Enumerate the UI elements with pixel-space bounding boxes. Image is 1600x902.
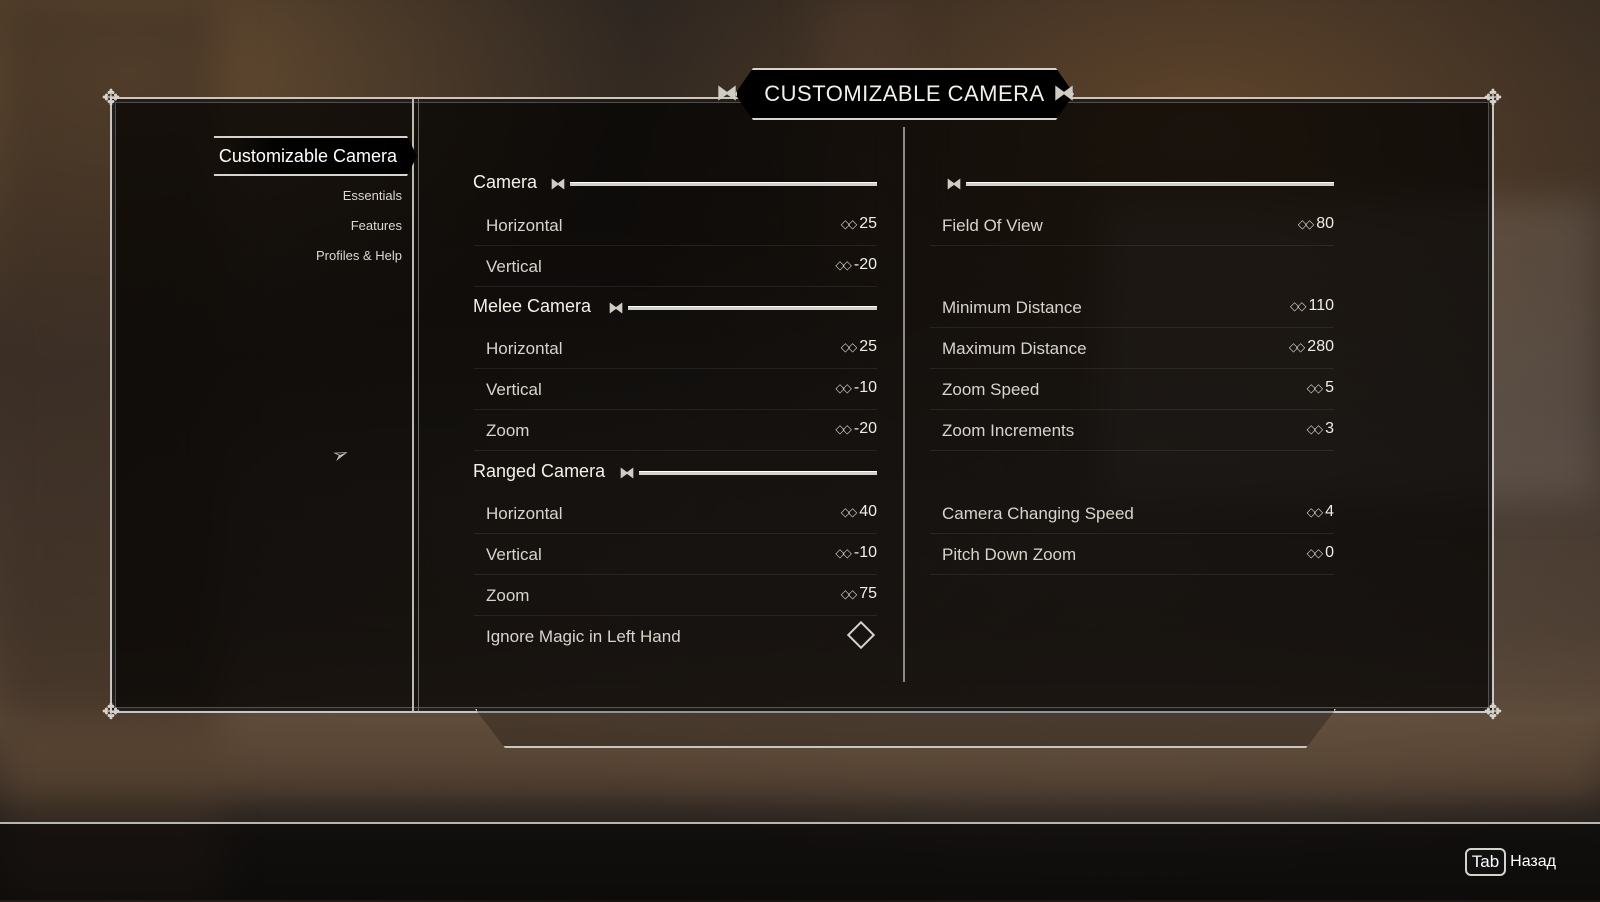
celtic-knot-icon: ⧓ <box>619 465 635 482</box>
tab-key-icon: Tab <box>1464 848 1507 876</box>
celtic-knot-icon: ⧓ <box>550 176 566 193</box>
sidebar-divider <box>412 99 419 711</box>
slider-arrows-icon: ◇◇ <box>840 505 858 519</box>
setting-row-camera-vertical[interactable]: Vertical ◇◇ -20 <box>474 247 877 287</box>
back-label: Назад <box>1510 853 1556 870</box>
setting-row-ranged-zoom[interactable]: Zoom ◇◇ 75 <box>474 576 877 616</box>
slider-arrows-icon: ◇◇ <box>840 587 858 601</box>
description-area <box>475 709 1336 748</box>
setting-row-camera-changing-speed[interactable]: Camera Changing Speed ◇◇ 4 <box>930 494 1334 534</box>
setting-row-ranged-vertical[interactable]: Vertical ◇◇ -10 <box>474 535 877 575</box>
corner-ornament-icon: ✥ <box>101 699 121 724</box>
celtic-knot-icon: ⧓ <box>946 176 962 193</box>
sidebar-item-essentials[interactable]: Essentials <box>343 188 402 203</box>
section-divider <box>966 182 1334 186</box>
toggle-checkbox[interactable] <box>846 620 876 650</box>
setting-row-zoom-speed[interactable]: Zoom Speed ◇◇ 5 <box>930 370 1334 410</box>
page-title: CUSTOMIZABLE CAMERA <box>735 68 1074 120</box>
setting-row-zoom-increments[interactable]: Zoom Increments ◇◇ 3 <box>930 411 1334 451</box>
back-button[interactable]: Tab Назад <box>1464 848 1556 876</box>
setting-row-maximum-distance[interactable]: Maximum Distance ◇◇ 280 <box>930 329 1334 369</box>
slider-arrows-icon: ◇◇ <box>840 217 858 231</box>
slider-arrows-icon: ◇◇ <box>835 258 852 272</box>
corner-ornament-icon: ✥ <box>1483 85 1503 110</box>
celtic-knot-icon: ⧓ <box>608 300 624 317</box>
setting-row-camera-horizontal[interactable]: Horizontal ◇◇ 25 <box>474 206 877 246</box>
setting-row-minimum-distance[interactable]: Minimum Distance ◇◇ 110 <box>930 288 1334 328</box>
section-divider <box>628 306 877 310</box>
slider-arrows-icon: ◇◇ <box>1306 546 1324 560</box>
section-header-ranged-camera: Ranged Camera <box>473 461 606 481</box>
slider-arrows-icon: ◇◇ <box>1306 422 1324 436</box>
section-header-camera: Camera <box>473 172 538 192</box>
corner-ornament-icon: ✥ <box>101 85 121 110</box>
setting-row-ranged-horizontal[interactable]: Horizontal ◇◇ 40 <box>474 494 877 534</box>
slider-arrows-icon: ◇◇ <box>1290 299 1307 313</box>
setting-row-melee-vertical[interactable]: Vertical ◇◇ -10 <box>474 370 877 410</box>
slider-arrows-icon: ◇◇ <box>840 340 858 354</box>
slider-arrows-icon: ◇◇ <box>1288 340 1306 354</box>
slider-arrows-icon: ◇◇ <box>835 546 852 560</box>
column-divider <box>903 127 905 682</box>
setting-row-melee-zoom[interactable]: Zoom ◇◇ -20 <box>474 411 877 451</box>
section-divider <box>570 182 877 186</box>
sidebar-item-features[interactable]: Features <box>351 218 402 233</box>
setting-row-ignore-magic[interactable]: Ignore Magic in Left Hand <box>474 617 877 657</box>
slider-arrows-icon: ◇◇ <box>835 422 852 436</box>
setting-row-melee-horizontal[interactable]: Horizontal ◇◇ 25 <box>474 329 877 369</box>
corner-ornament-icon: ✥ <box>1483 699 1503 724</box>
slider-arrows-icon: ◇◇ <box>835 381 852 395</box>
setting-row-field-of-view[interactable]: Field Of View ◇◇ 80 <box>930 206 1334 246</box>
slider-arrows-icon: ◇◇ <box>1306 505 1324 519</box>
section-divider <box>639 471 877 475</box>
sidebar-item-profiles-help[interactable]: Profiles & Help <box>316 248 402 263</box>
celtic-knot-icon: ⧓ <box>716 80 738 105</box>
bottom-bar <box>0 822 1600 902</box>
slider-arrows-icon: ◇◇ <box>1297 217 1315 231</box>
slider-arrows-icon: ◇◇ <box>1306 381 1324 395</box>
setting-row-pitch-down-zoom[interactable]: Pitch Down Zoom ◇◇ 0 <box>930 535 1334 575</box>
celtic-knot-icon: ⧓ <box>1053 80 1075 105</box>
section-header-melee-camera: Melee Camera <box>473 296 592 316</box>
sidebar-item-customizable-camera[interactable]: Customizable Camera <box>214 136 417 176</box>
